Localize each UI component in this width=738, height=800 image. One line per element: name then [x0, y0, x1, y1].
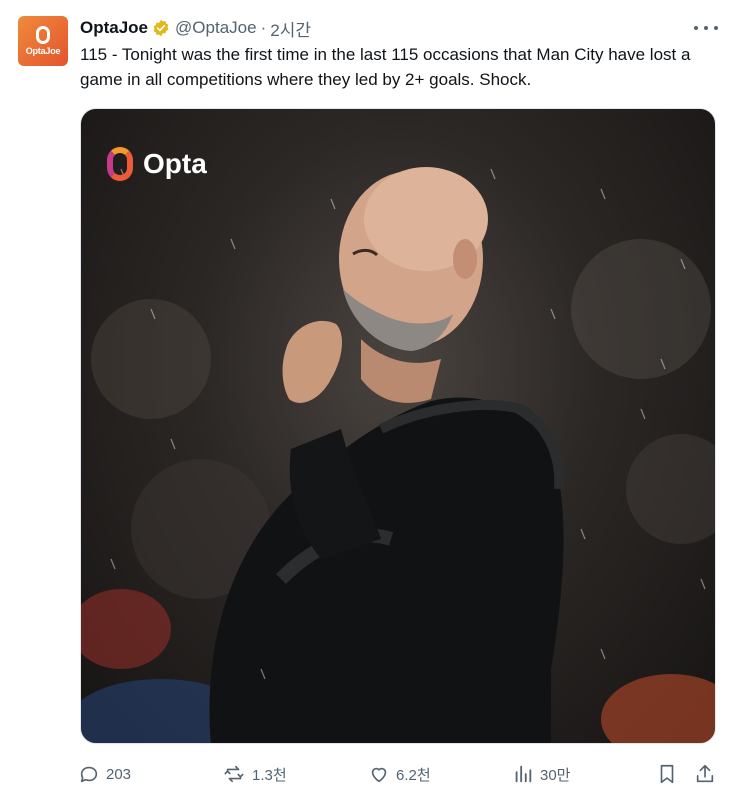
reply-count: 203 [106, 765, 132, 783]
verified-badge-icon[interactable] [152, 19, 170, 37]
tweet-text: 115 - Tonight was the first time in the … [80, 45, 691, 89]
handle[interactable]: @OptaJoe [175, 18, 257, 38]
avatar[interactable]: OptaJoe [18, 16, 68, 66]
photo-manager-in-rain-icon [81, 167, 715, 743]
views-button[interactable]: 30만 [512, 760, 571, 788]
share-icon [696, 764, 714, 783]
like-count: 6.2천 [396, 766, 431, 784]
retweet-icon [224, 765, 244, 783]
avatar-label: OptaJoe [25, 46, 61, 56]
opta-brand-icon [107, 147, 133, 181]
share-button[interactable] [694, 760, 722, 788]
opta-logo-icon [36, 26, 50, 44]
opta-watermark-logo: Opta [107, 147, 207, 181]
tweet-media-image[interactable]: Opta [80, 108, 716, 744]
views-count: 30만 [540, 766, 571, 784]
opta-logo-text: Opta [143, 148, 207, 179]
retweet-button[interactable]: 1.3천 [222, 760, 287, 788]
heart-icon [371, 767, 387, 783]
display-name[interactable]: OptaJoe [80, 18, 148, 38]
more-options-icon[interactable] [694, 18, 718, 38]
like-button[interactable]: 6.2천 [368, 760, 431, 788]
bookmark-icon [660, 764, 674, 784]
views-chart-icon [515, 765, 532, 783]
bookmark-button[interactable] [656, 760, 684, 788]
retweet-count: 1.3천 [252, 766, 287, 784]
separator-dot: · [260, 18, 267, 37]
tweet-actions: 203 1.3천 6.2천 30만 [78, 760, 718, 788]
reply-button[interactable]: 203 [78, 760, 131, 788]
reply-icon [80, 766, 98, 783]
tweet-header: OptaJoe @OptaJoe · 2시간 [80, 16, 311, 40]
timestamp[interactable]: 2시간 [270, 16, 311, 41]
